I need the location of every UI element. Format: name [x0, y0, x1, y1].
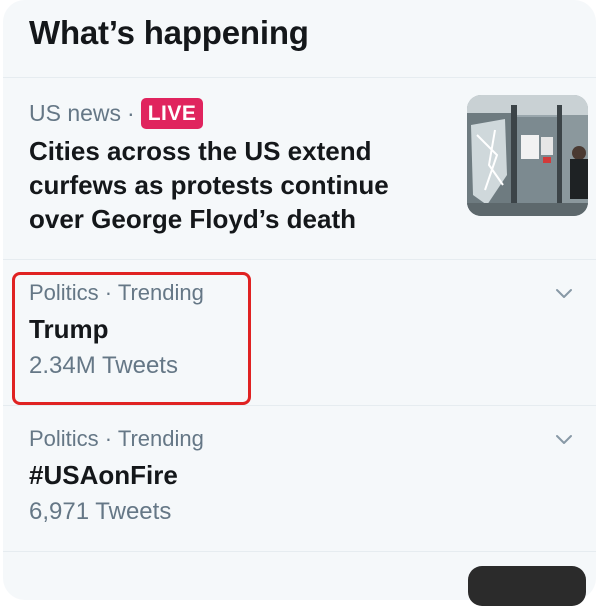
trend-category: Politics · Trending: [29, 426, 204, 451]
trend-item[interactable]: Politics · Trending Trump 2.34M Tweets: [3, 260, 596, 406]
chevron-down-icon[interactable]: [554, 286, 574, 300]
next-item-thumbnail: [468, 566, 586, 606]
trend-name[interactable]: Trump: [29, 309, 596, 349]
trend-category: Politics · Trending: [29, 280, 204, 305]
whats-happening-panel: What’s happening US news · LIVE Cities a…: [3, 0, 596, 600]
panel-title: What’s happening: [29, 14, 309, 51]
storefront-image: [467, 95, 588, 216]
news-headline[interactable]: Cities across the US extend curfews as p…: [29, 134, 429, 236]
news-category: US news: [29, 100, 122, 126]
news-item[interactable]: US news · LIVE Cities across the US exte…: [3, 78, 596, 260]
news-thumbnail[interactable]: [467, 95, 588, 216]
trend-name[interactable]: #USAonFire: [29, 455, 596, 495]
trend-item[interactable]: Politics · Trending #USAonFire 6,971 Twe…: [3, 406, 596, 552]
panel-header: What’s happening: [3, 0, 596, 78]
chevron-down-icon[interactable]: [554, 432, 574, 446]
trend-tweet-count: 6,971 Tweets: [29, 498, 172, 525]
trend-tweet-count: 2.34M Tweets: [29, 352, 178, 379]
meta-separator: ·: [127, 100, 135, 126]
live-badge: LIVE: [140, 97, 204, 129]
